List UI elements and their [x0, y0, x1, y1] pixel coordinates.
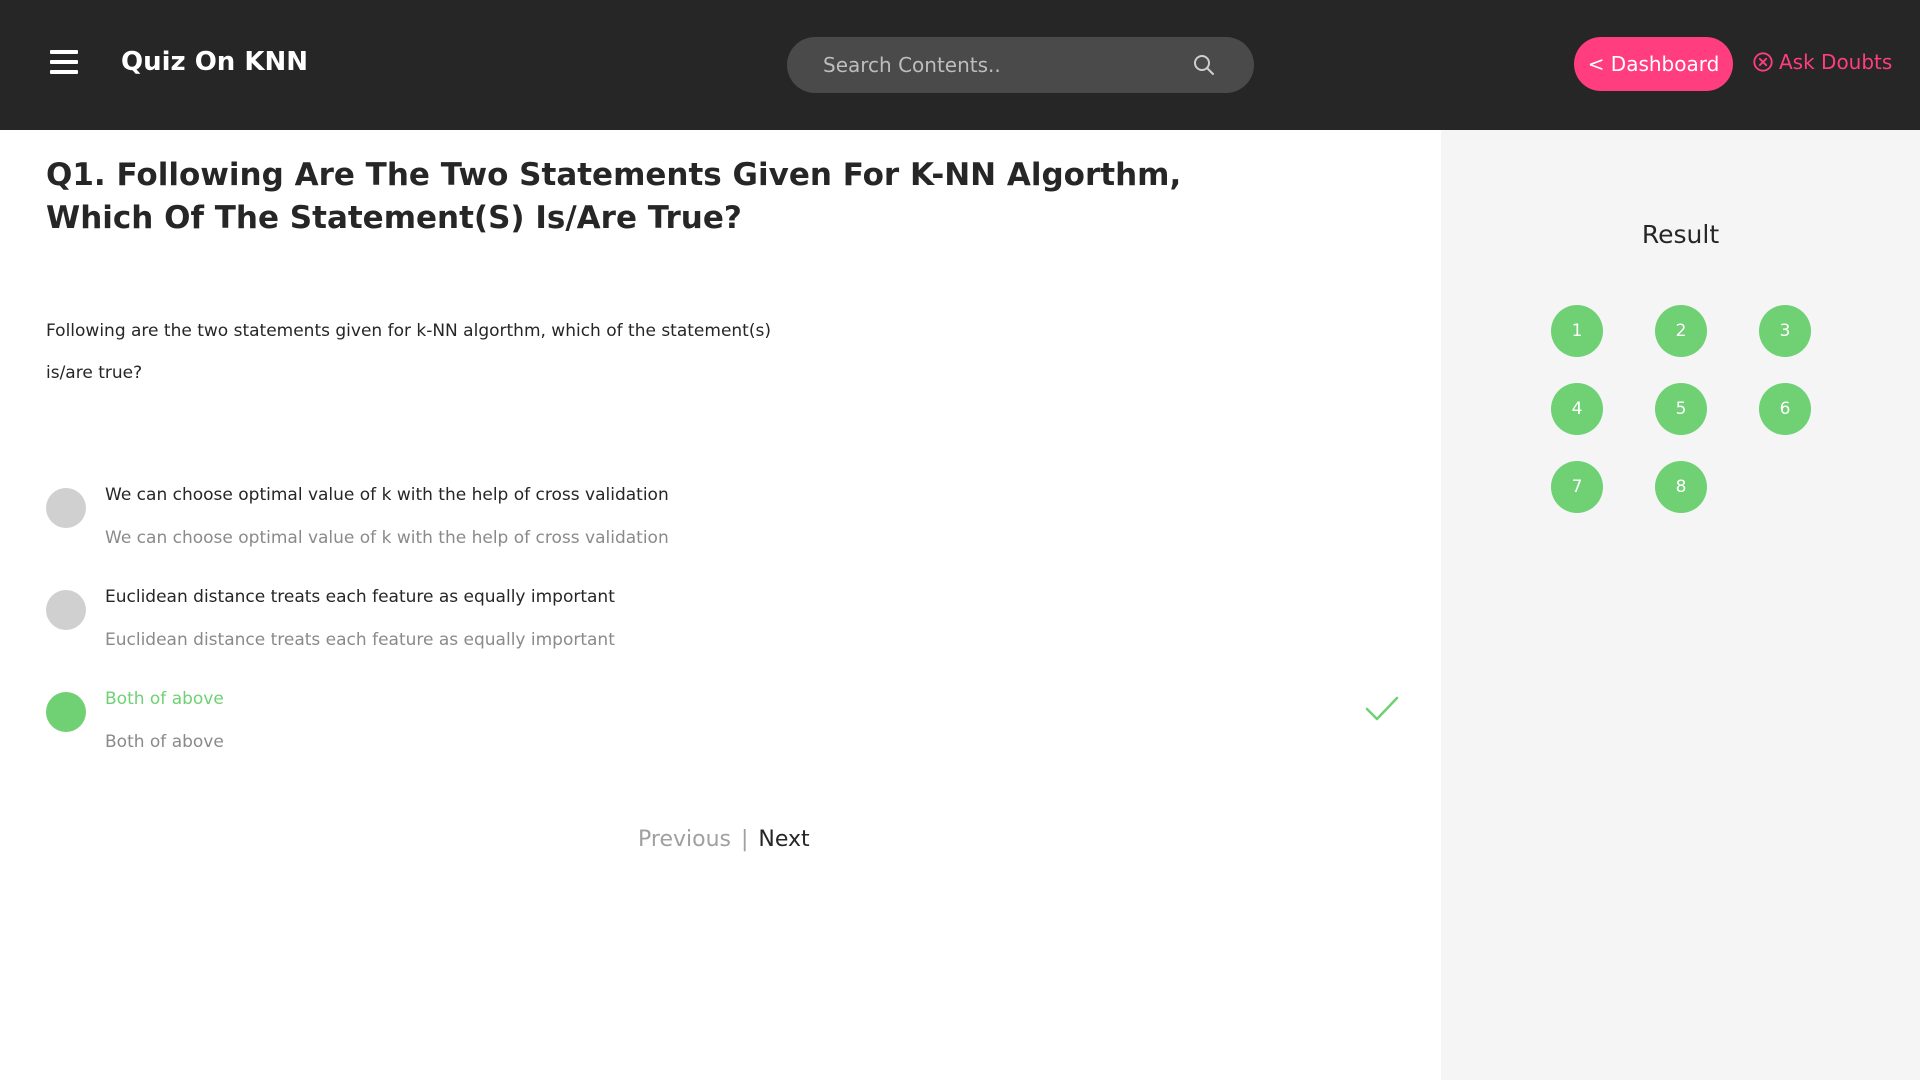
result-sidebar: Result 1 2 3 4 5 6 7 8	[1441, 130, 1920, 1080]
option-radio-selected[interactable]	[46, 692, 86, 732]
question-number-button[interactable]: 3	[1759, 305, 1811, 357]
search-input[interactable]	[823, 37, 1173, 93]
question-number-button[interactable]: 8	[1655, 461, 1707, 513]
option-radio[interactable]	[46, 488, 86, 528]
option-3[interactable]: Both of above Both of above	[46, 689, 1399, 779]
question-number-button[interactable]: 7	[1551, 461, 1603, 513]
pager-separator: |	[740, 827, 749, 852]
question-title: Q1. Following Are The Two Statements Giv…	[46, 157, 1182, 236]
option-explanation: We can choose optimal value of k with th…	[105, 528, 669, 548]
result-title: Result	[1641, 220, 1720, 249]
quiz-main: Q1. Following Are The Two Statements Giv…	[0, 130, 1441, 1080]
option-radio[interactable]	[46, 590, 86, 630]
next-button[interactable]: Next	[758, 827, 809, 852]
question-body: Following are the two statements given f…	[46, 321, 771, 383]
question-number-button[interactable]: 6	[1759, 383, 1811, 435]
app-title: Quiz On KNN	[121, 47, 309, 77]
option-explanation: Euclidean distance treats each feature a…	[105, 630, 615, 650]
option-label: Euclidean distance treats each feature a…	[105, 587, 615, 607]
question-number-button[interactable]: 1	[1551, 305, 1603, 357]
previous-button[interactable]: Previous	[638, 827, 731, 852]
check-icon	[1365, 696, 1399, 721]
option-2[interactable]: Euclidean distance treats each feature a…	[46, 587, 1396, 677]
option-label: We can choose optimal value of k with th…	[105, 485, 669, 505]
question-number-button[interactable]: 4	[1551, 383, 1603, 435]
close-circle-icon	[1753, 52, 1773, 72]
top-bar: Quiz On KNN < Dashboard Ask Doubts	[0, 0, 1920, 130]
question-number-button[interactable]: 5	[1655, 383, 1707, 435]
option-label: Both of above	[105, 689, 224, 709]
question-number-button[interactable]: 2	[1655, 305, 1707, 357]
option-1[interactable]: We can choose optimal value of k with th…	[46, 485, 1396, 575]
dashboard-button[interactable]: < Dashboard	[1574, 37, 1733, 91]
ask-doubts-label: Ask Doubts	[1779, 50, 1893, 74]
hamburger-menu-icon[interactable]	[50, 50, 78, 76]
pagination: Previous | Next	[638, 827, 810, 852]
search-icon[interactable]	[1192, 53, 1216, 77]
ask-doubts-button[interactable]: Ask Doubts	[1752, 50, 1892, 74]
search-box	[787, 37, 1254, 93]
option-explanation: Both of above	[105, 732, 224, 752]
